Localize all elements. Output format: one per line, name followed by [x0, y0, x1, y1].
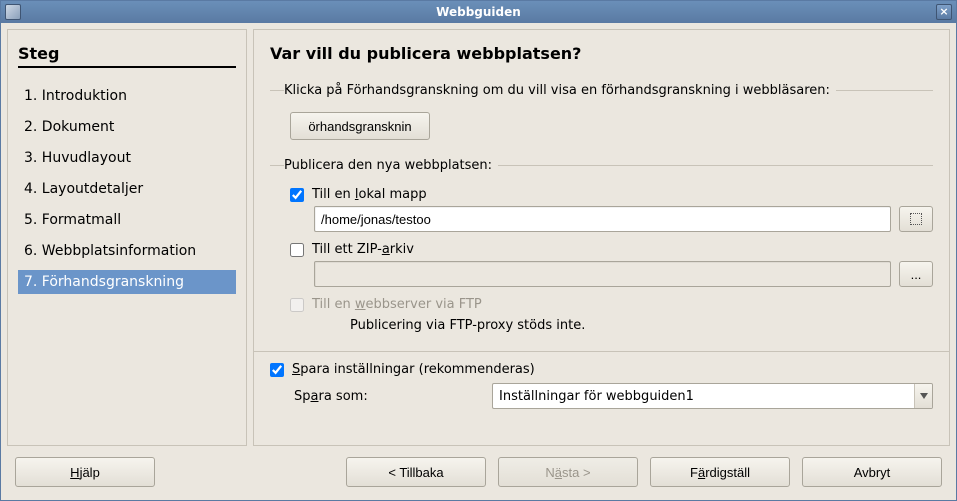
cancel-button[interactable]: Avbryt [802, 457, 942, 487]
step-6[interactable]: 6. Webbplatsinformation [18, 239, 236, 263]
ftp-label: Till en webbserver via FTP [312, 297, 482, 312]
step-7[interactable]: 7. Förhandsgranskning [18, 270, 236, 294]
save-settings-label: Spara inställningar (rekommenderas) [292, 362, 535, 377]
local-folder-checkbox[interactable] [290, 188, 304, 202]
titlebar: Webbguiden × [1, 1, 956, 23]
publish-group: Publicera den nya webbplatsen: Till en l… [270, 158, 933, 345]
browse-zip-button[interactable]: ... [899, 261, 933, 287]
ftp-message: Publicering via FTP-proxy stöds inte. [350, 318, 585, 333]
steps-list: 1. Introduktion 2. Dokument 3. Huvudlayo… [18, 84, 236, 294]
preview-group: Klicka på Förhandsgranskning om du vill … [270, 83, 933, 152]
browse-local-button[interactable] [899, 206, 933, 232]
next-button: Nästa > [498, 457, 638, 487]
publish-legend: Publicera den nya webbplatsen: [284, 158, 498, 173]
back-button[interactable]: < Tillbaka [346, 457, 486, 487]
local-folder-input[interactable] [314, 206, 891, 232]
chevron-down-icon [914, 384, 932, 408]
separator [254, 351, 949, 352]
save-as-selected: Inställningar för webbguiden1 [499, 389, 914, 404]
zip-archive-checkbox[interactable] [290, 243, 304, 257]
window-title: Webbguiden [436, 5, 521, 19]
footer: Hjälp < Tillbaka Nästa > Färdigställ Avb… [1, 452, 956, 500]
preview-button[interactable]: örhandsgransknin [290, 112, 430, 140]
page-heading: Var vill du publicera webbplatsen? [270, 44, 933, 63]
help-button[interactable]: Hjälp [15, 457, 155, 487]
ftp-checkbox [290, 298, 304, 312]
save-settings-checkbox[interactable] [270, 363, 284, 377]
save-as-label: Spara som: [294, 389, 484, 404]
app-icon [5, 4, 21, 20]
finish-button[interactable]: Färdigställ [650, 457, 790, 487]
preview-legend: Klicka på Förhandsgranskning om du vill … [284, 83, 836, 98]
sidebar: Steg 1. Introduktion 2. Dokument 3. Huvu… [7, 29, 247, 446]
step-3[interactable]: 3. Huvudlayout [18, 146, 236, 170]
zip-archive-label: Till ett ZIP-arkiv [312, 242, 414, 257]
steps-heading: Steg [18, 44, 236, 68]
browse-icon [910, 213, 922, 225]
close-icon[interactable]: × [936, 4, 952, 20]
step-5[interactable]: 5. Formatmall [18, 208, 236, 232]
local-folder-label: Till en lokal mapp [312, 187, 427, 202]
step-1[interactable]: 1. Introduktion [18, 84, 236, 108]
step-4[interactable]: 4. Layoutdetaljer [18, 177, 236, 201]
save-as-dropdown[interactable]: Inställningar för webbguiden1 [492, 383, 933, 409]
step-2[interactable]: 2. Dokument [18, 115, 236, 139]
zip-archive-input [314, 261, 891, 287]
main-panel: Var vill du publicera webbplatsen? Klick… [253, 29, 950, 446]
